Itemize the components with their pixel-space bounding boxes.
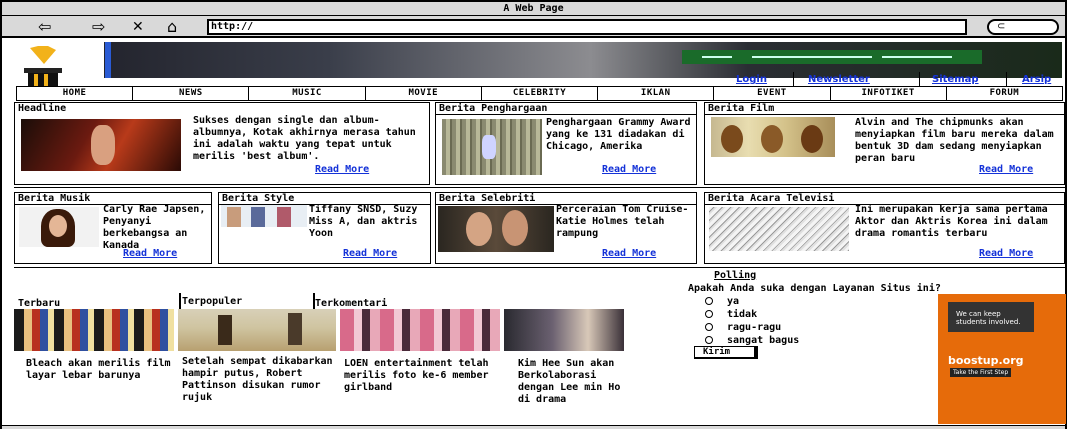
style-image[interactable] <box>221 205 307 227</box>
terpopuler-text[interactable]: Setelah sempat dikabarkan hampir putus, … <box>182 356 336 404</box>
browser-window: A Web Page ⇦ ⇨ ✕ ⌂ http:// ⊂ Login Newsl… <box>0 0 1067 429</box>
film-read-more[interactable]: Read More <box>979 164 1033 175</box>
radio-icon[interactable] <box>705 323 713 331</box>
banner-strip <box>105 42 111 78</box>
window-title: A Web Page <box>2 2 1065 16</box>
link-divider <box>793 72 794 86</box>
selebriti-box: Berita Selebriti Perceraian Tom Cruise-K… <box>435 192 697 264</box>
newsletter-link[interactable]: Newsletter <box>808 74 870 85</box>
terbaru-image[interactable] <box>14 309 174 351</box>
headline-image[interactable] <box>21 119 181 171</box>
selebriti-image[interactable] <box>438 206 554 252</box>
headline-text: Sukses dengan single dan album-albumnya,… <box>193 115 416 162</box>
musik-image[interactable] <box>19 207 99 247</box>
radio-icon[interactable] <box>705 310 713 318</box>
row-divider <box>14 267 1065 268</box>
polling-question: Apakah Anda suka dengan Layanan Situs in… <box>688 283 941 294</box>
tab-terbaru[interactable]: Terbaru <box>18 298 60 309</box>
browser-toolbar: ⇦ ⇨ ✕ ⌂ http:// ⊂ <box>2 16 1065 38</box>
penghargaan-text: Penghargaan Grammy Award yang ke 131 dia… <box>546 117 691 152</box>
arsip-link[interactable]: Arsip <box>1022 74 1051 85</box>
style-box: Berita Style Tiffany SNSD, Suzy Miss A, … <box>218 192 431 264</box>
poll-option-label: ragu-ragu <box>727 322 782 333</box>
terpopuler-image[interactable] <box>178 309 336 351</box>
poll-option-ya[interactable]: ya <box>705 296 739 307</box>
acara-read-more[interactable]: Read More <box>979 248 1033 259</box>
home-icon[interactable]: ⌂ <box>167 18 177 36</box>
musik-read-more[interactable]: Read More <box>123 248 177 259</box>
style-text: Tiffany SNSD, Suzy Miss A, dan aktris Yo… <box>309 204 418 239</box>
film-title: Berita Film <box>705 103 1064 115</box>
forward-arrow-icon[interactable]: ⇨ <box>92 18 105 36</box>
nav-home[interactable]: HOME <box>17 87 134 100</box>
terkomentari-image[interactable] <box>340 309 500 351</box>
poll-option-label: sangat bagus <box>727 335 800 346</box>
penghargaan-title: Berita Penghargaan <box>436 103 696 115</box>
kim-hee-sun-image[interactable] <box>504 309 624 351</box>
login-link[interactable]: Login <box>736 74 767 85</box>
link-divider <box>919 72 920 86</box>
terkomentari-text[interactable]: LOEN entertainment telah merilis foto ke… <box>344 358 494 394</box>
ad-tagline: We can keep students involved. <box>956 310 1021 326</box>
penghargaan-read-more[interactable]: Read More <box>602 164 656 175</box>
link-divider <box>1006 72 1007 86</box>
status-bar <box>2 425 1065 429</box>
nav-music[interactable]: MUSIC <box>249 87 366 100</box>
penghargaan-image[interactable] <box>442 119 542 175</box>
nav-forum[interactable]: FORUM <box>947 87 1062 100</box>
sitemap-link[interactable]: Sitemap <box>932 74 979 85</box>
nav-news[interactable]: NEWS <box>133 87 250 100</box>
banner-decoration <box>682 50 982 64</box>
musik-text: Carly Rae Japsen, Penyanyi berkebangsa a… <box>103 204 206 251</box>
film-image[interactable] <box>711 117 835 157</box>
back-arrow-icon[interactable]: ⇦ <box>38 18 51 36</box>
row-divider <box>14 187 1065 188</box>
poll-option-label: tidak <box>727 309 758 320</box>
acara-text: Ini merupakan kerja sama pertama Aktor d… <box>855 204 1048 239</box>
film-box: Berita Film Alvin and The chipmunks akan… <box>704 102 1065 185</box>
selebriti-read-more[interactable]: Read More <box>602 248 656 259</box>
tab-terkomentari[interactable]: Terkomentari <box>315 298 387 309</box>
kirim-button[interactable]: Kirim <box>694 346 758 359</box>
headline-title: Headline <box>18 103 67 114</box>
ad-cta[interactable]: Take the First Step <box>950 368 1012 377</box>
close-icon[interactable]: ✕ <box>132 18 144 36</box>
radio-icon[interactable] <box>705 297 713 305</box>
penghargaan-box: Berita Penghargaan Penghargaan Grammy Aw… <box>435 102 697 185</box>
url-input[interactable]: http:// <box>207 19 967 35</box>
main-nav: HOME NEWS MUSIC MOVIE CELEBRITY IKLAN EV… <box>16 86 1063 101</box>
nav-movie[interactable]: MOVIE <box>366 87 482 100</box>
acara-image[interactable] <box>709 207 849 251</box>
poll-option-sangat-bagus[interactable]: sangat bagus <box>705 335 799 346</box>
polling-title: Polling <box>714 270 757 281</box>
nav-celebrity[interactable]: CELEBRITY <box>482 87 599 100</box>
nav-event[interactable]: EVENT <box>714 87 831 100</box>
poll-option-label: ya <box>727 296 740 307</box>
kim-hee-sun-text[interactable]: Kim Hee Sun akan Berkolaborasi dengan Le… <box>518 358 630 406</box>
headline-box: Headline Sukses dengan single dan album-… <box>14 102 430 185</box>
ad-banner[interactable]: We can keep students involved. boostup.o… <box>938 294 1066 424</box>
search-input[interactable]: ⊂ <box>987 19 1059 35</box>
headline-read-more[interactable]: Read More <box>315 164 369 175</box>
ad-brand: boostup.org <box>948 354 1024 367</box>
tab-terpopuler[interactable]: Terpopuler <box>182 296 242 307</box>
nav-iklan[interactable]: IKLAN <box>598 87 715 100</box>
poll-option-ragu[interactable]: ragu-ragu <box>705 322 781 333</box>
poll-option-tidak[interactable]: tidak <box>705 309 757 320</box>
nav-infotiket[interactable]: INFOTIKET <box>831 87 947 100</box>
musik-box: Berita Musik Carly Rae Japsen, Penyanyi … <box>14 192 212 264</box>
search-icon: ⊂ <box>997 21 1006 32</box>
style-read-more[interactable]: Read More <box>343 248 397 259</box>
film-text: Alvin and The chipmunks akan menyiapkan … <box>855 117 1054 164</box>
selebriti-text: Perceraian Tom Cruise-Katie Holmes telah… <box>556 204 689 239</box>
terbaru-text[interactable]: Bleach akan merilis film layar lebar bar… <box>26 358 176 382</box>
radio-icon[interactable] <box>705 336 713 344</box>
tab-divider <box>179 293 181 309</box>
acara-box: Berita Acara Televisi Ini merupakan kerj… <box>704 192 1065 264</box>
